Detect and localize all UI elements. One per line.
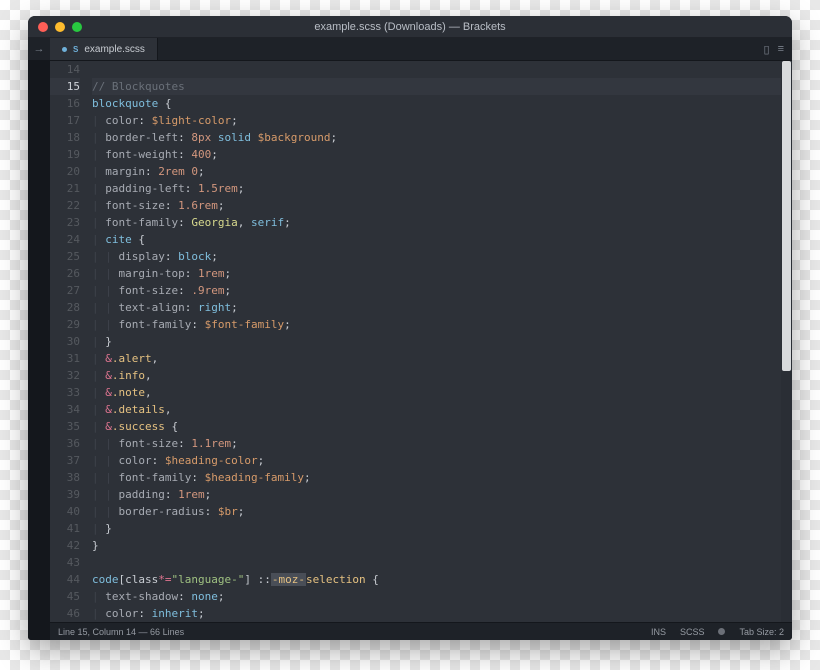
tabbar-menu-icon[interactable]: ≡ — [778, 43, 784, 55]
line-number: 28 — [50, 299, 80, 316]
dirty-indicator-icon — [62, 47, 67, 52]
line-number: 19 — [50, 146, 80, 163]
file-type-icon: S — [73, 45, 78, 54]
line-number: 38 — [50, 469, 80, 486]
line-number: 33 — [50, 384, 80, 401]
scrollbar-thumb[interactable] — [782, 61, 791, 371]
window-controls — [38, 22, 82, 32]
line-number: 18 — [50, 129, 80, 146]
code-line[interactable]: | | font-size: 1.1rem; — [92, 435, 792, 452]
line-number: 24 — [50, 231, 80, 248]
code-line[interactable]: | font-family: Georgia, serif; — [92, 214, 792, 231]
code-line[interactable]: | cite { — [92, 231, 792, 248]
line-number: 32 — [50, 367, 80, 384]
cursor-position[interactable]: Line 15, Column 14 — 66 Lines — [58, 627, 184, 637]
code-line[interactable]: | | margin-top: 1rem; — [92, 265, 792, 282]
code-line[interactable]: | font-weight: 400; — [92, 146, 792, 163]
insert-mode[interactable]: INS — [651, 627, 666, 637]
tab-bar: → S example.scss ▯ ≡ — [28, 38, 792, 61]
code-line[interactable]: | text-shadow: none; — [92, 588, 792, 605]
status-bar: Line 15, Column 14 — 66 Lines INS SCSS T… — [50, 622, 792, 640]
line-number: 16 — [50, 95, 80, 112]
titlebar: example.scss (Downloads) — Brackets — [28, 16, 792, 38]
editor-main: 1415161718192021222324252627282930313233… — [28, 61, 792, 640]
line-number: 29 — [50, 316, 80, 333]
window-title: example.scss (Downloads) — Brackets — [28, 21, 792, 33]
split-view-icon[interactable]: ▯ — [764, 43, 770, 56]
code-line[interactable]: | } — [92, 520, 792, 537]
code-line[interactable]: | font-size: 1.6rem; — [92, 197, 792, 214]
code-line[interactable]: | | color: $heading-color; — [92, 452, 792, 469]
line-number: 21 — [50, 180, 80, 197]
code-line[interactable]: | margin: 2rem 0; — [92, 163, 792, 180]
tab-label: example.scss — [84, 44, 145, 55]
code-line[interactable]: | padding-left: 1.5rem; — [92, 180, 792, 197]
code-line[interactable]: | border-left: 8px solid $background; — [92, 129, 792, 146]
line-number: 20 — [50, 163, 80, 180]
line-number: 45 — [50, 588, 80, 605]
code-line[interactable]: | &.note, — [92, 384, 792, 401]
line-number: 14 — [50, 61, 80, 78]
code-line[interactable]: | &.alert, — [92, 350, 792, 367]
line-number: 27 — [50, 282, 80, 299]
line-number: 17 — [50, 112, 80, 129]
code-line[interactable]: | &.details, — [92, 401, 792, 418]
line-number: 34 — [50, 401, 80, 418]
line-number: 23 — [50, 214, 80, 231]
tab-example-scss[interactable]: S example.scss — [50, 38, 158, 60]
close-icon[interactable] — [38, 22, 48, 32]
line-number: 15 — [50, 78, 80, 95]
maximize-icon[interactable] — [72, 22, 82, 32]
code-line[interactable] — [92, 554, 792, 571]
line-number-gutter: 1415161718192021222324252627282930313233… — [50, 61, 88, 622]
code-line[interactable]: | color: inherit; — [92, 605, 792, 622]
line-number: 43 — [50, 554, 80, 571]
line-number: 39 — [50, 486, 80, 503]
line-number: 37 — [50, 452, 80, 469]
code-line[interactable]: | | font-family: $font-family; — [92, 316, 792, 333]
minimize-icon[interactable] — [55, 22, 65, 32]
tabbar-arrow-icon[interactable]: → — [28, 38, 50, 60]
code-line[interactable]: | | display: block; — [92, 248, 792, 265]
code-line[interactable]: | | border-radius: $br; — [92, 503, 792, 520]
line-number: 22 — [50, 197, 80, 214]
line-number: 42 — [50, 537, 80, 554]
tab-size[interactable]: Tab Size: 2 — [739, 627, 784, 637]
sidebar-collapsed[interactable] — [28, 61, 50, 640]
code-line[interactable]: | | padding: 1rem; — [92, 486, 792, 503]
code-area[interactable]: // Blockquotesblockquote {| color: $ligh… — [88, 61, 792, 622]
line-number: 44 — [50, 571, 80, 588]
line-number: 30 — [50, 333, 80, 350]
line-number: 31 — [50, 350, 80, 367]
status-indicator-icon — [718, 628, 725, 635]
code-line[interactable]: } — [92, 537, 792, 554]
line-number: 40 — [50, 503, 80, 520]
line-number: 46 — [50, 605, 80, 622]
vertical-scrollbar[interactable] — [781, 61, 792, 622]
code-line[interactable]: // Blockquotes — [92, 78, 792, 95]
code-line[interactable]: code[class*="language-"] ::-moz-selectio… — [92, 571, 792, 588]
code-line[interactable]: | &.info, — [92, 367, 792, 384]
code-line[interactable]: | | text-align: right; — [92, 299, 792, 316]
line-number: 35 — [50, 418, 80, 435]
line-number: 41 — [50, 520, 80, 537]
line-number: 36 — [50, 435, 80, 452]
line-number: 26 — [50, 265, 80, 282]
line-number: 25 — [50, 248, 80, 265]
code-line[interactable]: | } — [92, 333, 792, 350]
code-line[interactable]: | color: $light-color; — [92, 112, 792, 129]
app-window: example.scss (Downloads) — Brackets → S … — [28, 16, 792, 640]
language-mode[interactable]: SCSS — [680, 627, 705, 637]
code-line[interactable]: | | font-family: $heading-family; — [92, 469, 792, 486]
code-line[interactable]: | &.success { — [92, 418, 792, 435]
code-line[interactable]: blockquote { — [92, 95, 792, 112]
code-line[interactable]: | | font-size: .9rem; — [92, 282, 792, 299]
code-editor[interactable]: 1415161718192021222324252627282930313233… — [50, 61, 792, 622]
code-line[interactable] — [92, 61, 792, 78]
